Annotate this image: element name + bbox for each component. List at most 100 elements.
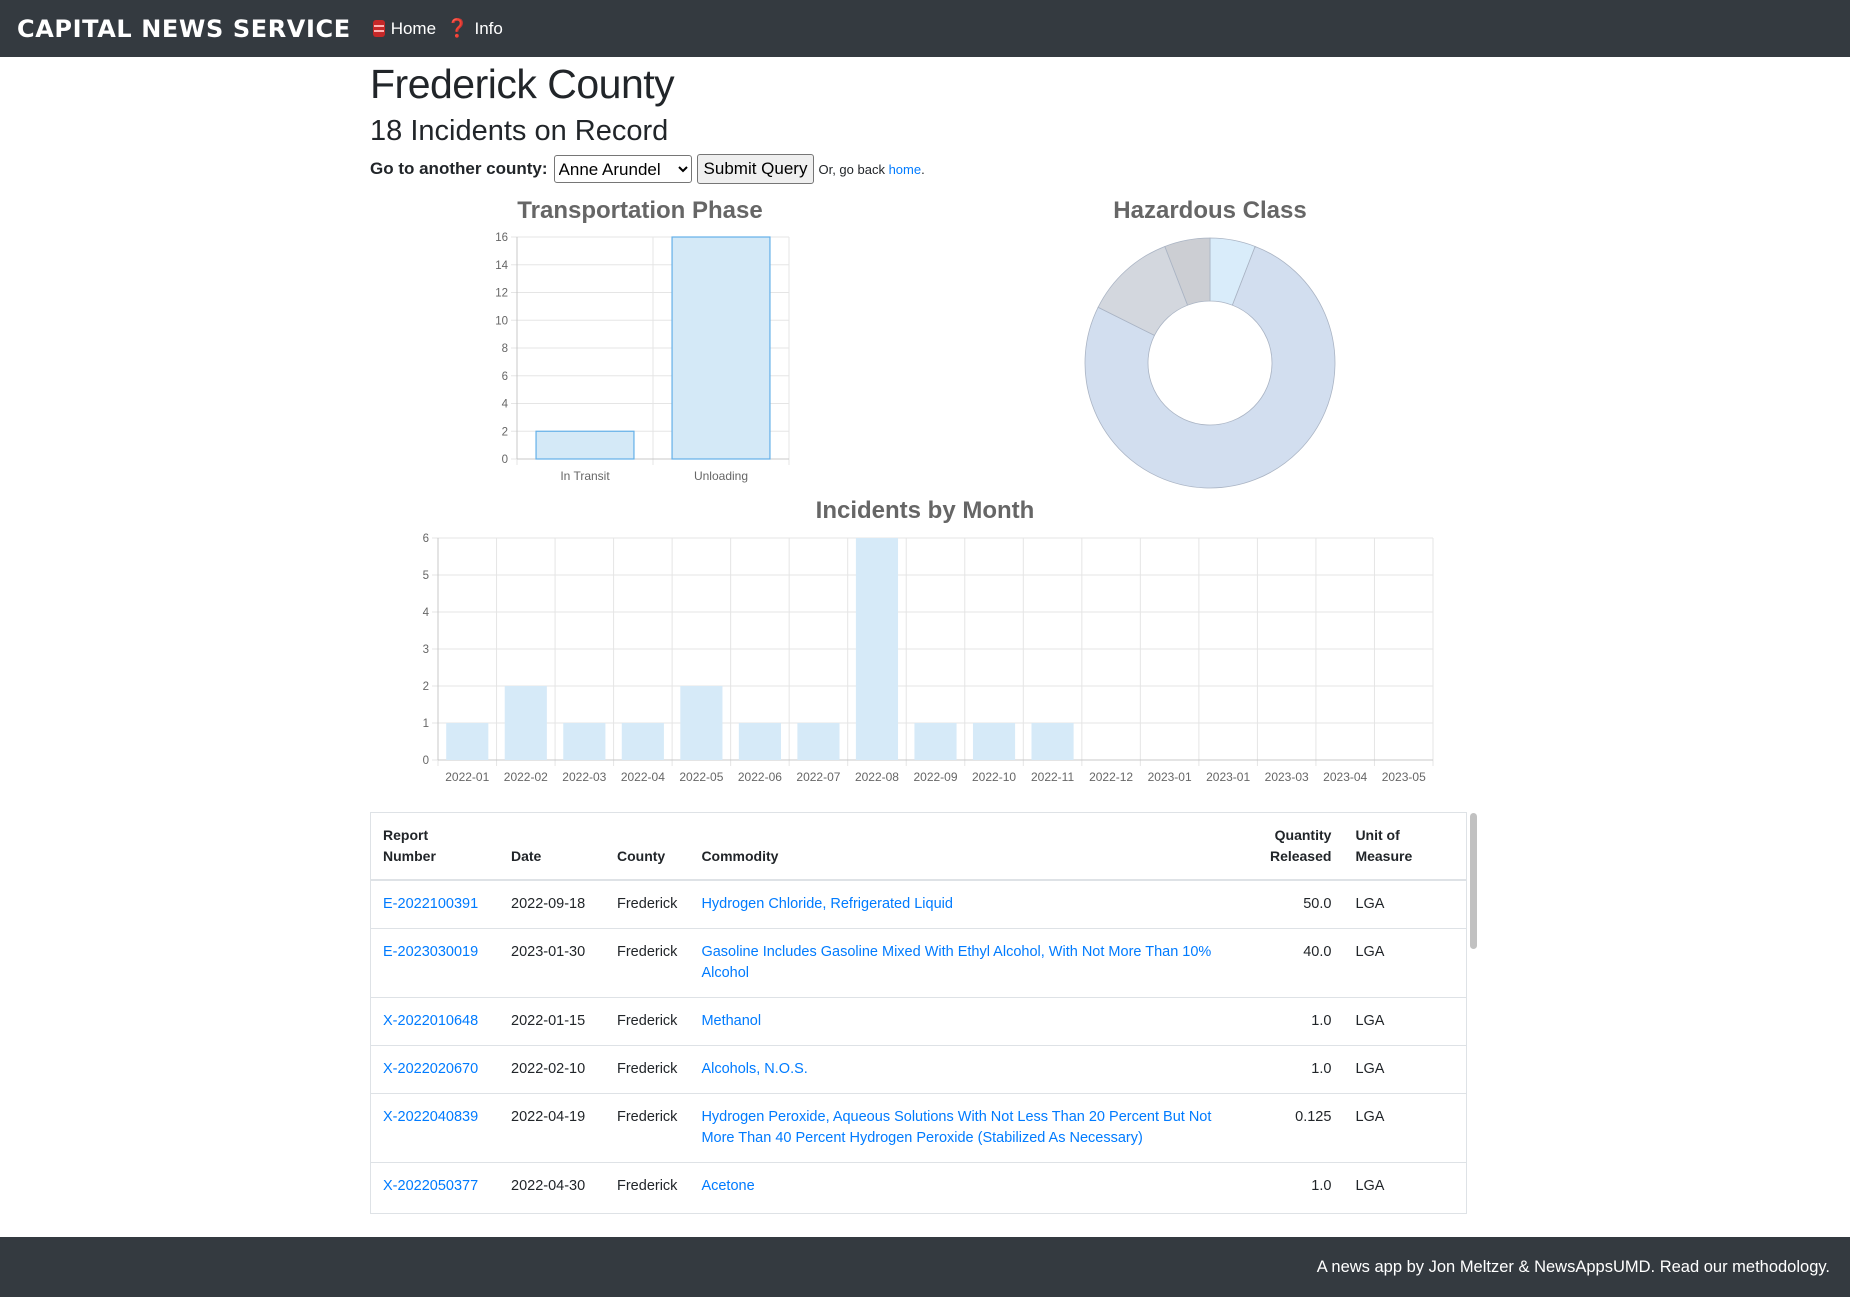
bar bbox=[1031, 723, 1074, 760]
y-tick-label: 2 bbox=[502, 426, 508, 438]
header-county[interactable]: County bbox=[605, 813, 690, 881]
x-tick-label: 2022-02 bbox=[504, 770, 548, 784]
x-tick-label: 2022-06 bbox=[738, 770, 782, 784]
incident-count: 18 Incidents on Record bbox=[370, 115, 669, 147]
home-link[interactable]: home bbox=[889, 162, 922, 177]
unit-cell: LGA bbox=[1355, 1178, 1385, 1194]
x-tick-label: 2022-04 bbox=[621, 770, 665, 784]
report-number-link[interactable]: X-2022010648 bbox=[383, 1013, 478, 1029]
unit-cell: LGA bbox=[1355, 1109, 1385, 1125]
header-commodity[interactable]: Commodity bbox=[689, 813, 1244, 881]
date-cell: 2022-01-15 bbox=[511, 1013, 586, 1029]
report-number-link[interactable]: X-2022050377 bbox=[383, 1178, 478, 1194]
table-scrollbar[interactable] bbox=[1470, 813, 1477, 949]
y-tick-label: 1 bbox=[423, 718, 429, 730]
commodity-link[interactable]: Methanol bbox=[701, 1013, 761, 1029]
date-cell: 2023-01-30 bbox=[511, 944, 586, 960]
x-tick-label: Unloading bbox=[694, 469, 748, 483]
bar bbox=[680, 686, 723, 760]
footer: A news app by Jon Meltzer & NewsAppsUMD.… bbox=[0, 1237, 1850, 1297]
page-title: Frederick County bbox=[370, 61, 675, 107]
county-select-label: Go to another county: bbox=[370, 159, 548, 178]
top-navbar: CAPITAL NEWS SERVICE Home ❓ Info bbox=[0, 0, 1850, 57]
report-number-link[interactable]: E-2023030019 bbox=[383, 944, 478, 960]
table-row: X-2022020670 2022-02-10 Frederick Alcohols,… bbox=[371, 1045, 1466, 1094]
table-row: X-2022040839 2022-04-19 Frederick Hydrogen … bbox=[371, 1093, 1466, 1163]
nav-home-link[interactable]: Home bbox=[372, 18, 437, 39]
commodity-link[interactable]: Hydrogen Peroxide, Aqueous Solutions Wit… bbox=[701, 1109, 1211, 1146]
go-back-suffix: . bbox=[921, 161, 925, 177]
x-tick-label: 2022-09 bbox=[913, 770, 957, 784]
nav-info-label: Info bbox=[474, 18, 503, 38]
database-icon bbox=[372, 20, 385, 37]
header-date[interactable]: Date bbox=[499, 813, 605, 881]
quantity-cell: 50.0 bbox=[1303, 896, 1332, 912]
unit-cell: LGA bbox=[1355, 1013, 1385, 1029]
bar bbox=[914, 723, 957, 760]
x-tick-label: 2023-03 bbox=[1265, 770, 1309, 784]
quantity-cell: 1.0 bbox=[1311, 1061, 1332, 1077]
bar bbox=[446, 723, 489, 760]
table-row: E-2023030019 2023-01-30 Frederick Gasoline … bbox=[371, 928, 1466, 998]
county-cell: Frederick bbox=[617, 944, 678, 960]
unit-cell: LGA bbox=[1355, 896, 1385, 912]
date-cell: 2022-09-18 bbox=[511, 896, 586, 912]
date-cell: 2022-04-30 bbox=[511, 1178, 586, 1194]
x-tick-label: 2022-05 bbox=[679, 770, 723, 784]
commodity-link[interactable]: Hydrogen Chloride, Refrigerated Liquid bbox=[701, 896, 952, 912]
y-tick-label: 2 bbox=[423, 681, 429, 693]
incidents-table-container[interactable]: Report Number Date County Commodity Quant… bbox=[370, 812, 1467, 1214]
chart-title-transportation: Transportation Phase bbox=[517, 197, 763, 224]
header-unit-of-measure[interactable]: Unit of Measure bbox=[1343, 813, 1466, 881]
header-report-number[interactable]: Report Number bbox=[371, 813, 499, 881]
report-number-link[interactable]: E-2022100391 bbox=[383, 896, 478, 912]
hazardous-class-chart bbox=[1084, 237, 1336, 489]
header-quantity-released[interactable]: Quantity Released bbox=[1243, 813, 1344, 881]
nav-home-label: Home bbox=[390, 18, 437, 38]
commodity-link[interactable]: Acetone bbox=[701, 1178, 754, 1194]
table-row: X-2022010648 2022-01-15 Frederick Methanol 1… bbox=[371, 997, 1466, 1046]
y-tick-label: 3 bbox=[423, 644, 429, 656]
quantity-cell: 1.0 bbox=[1311, 1013, 1332, 1029]
x-tick-label: 2022-12 bbox=[1089, 770, 1133, 784]
x-tick-label: 2023-01 bbox=[1148, 770, 1192, 784]
county-cell: Frederick bbox=[617, 896, 678, 912]
quantity-cell: 40.0 bbox=[1303, 944, 1332, 960]
y-tick-label: 10 bbox=[495, 315, 508, 327]
y-tick-label: 4 bbox=[423, 607, 430, 619]
county-cell: Frederick bbox=[617, 1061, 678, 1077]
table-row: X-2022050377 2022-04-30 Frederick Acetone 1.… bbox=[371, 1162, 1466, 1210]
go-back-text: Or, go back home. bbox=[818, 162, 924, 177]
table-header-row: Report Number Date County Commodity Quant… bbox=[371, 813, 1466, 881]
x-tick-label: In Transit bbox=[560, 469, 610, 483]
x-tick-label: 2022-01 bbox=[445, 770, 489, 784]
y-tick-label: 8 bbox=[502, 343, 508, 355]
report-number-link[interactable]: X-2022020670 bbox=[383, 1061, 478, 1077]
unit-cell: LGA bbox=[1355, 944, 1385, 960]
x-tick-label: 2023-05 bbox=[1382, 770, 1426, 784]
x-tick-label: 2023-04 bbox=[1323, 770, 1367, 784]
county-form: Go to another county: Anne Arundel Submi… bbox=[370, 154, 925, 184]
quantity-cell: 1.0 bbox=[1311, 1178, 1332, 1194]
bar bbox=[972, 723, 1016, 760]
y-tick-label: 0 bbox=[502, 454, 508, 466]
commodity-link[interactable]: Alcohols, N.O.S. bbox=[701, 1061, 807, 1077]
chart-title-monthly: Incidents by Month bbox=[815, 497, 1035, 524]
report-number-link[interactable]: X-2022040839 bbox=[383, 1109, 478, 1125]
x-tick-label: 2022-11 bbox=[1031, 770, 1074, 784]
y-tick-label: 6 bbox=[502, 371, 508, 383]
county-cell: Frederick bbox=[617, 1013, 678, 1029]
question-icon: ❓ bbox=[446, 18, 469, 38]
commodity-link[interactable]: Gasoline Includes Gasoline Mixed With Et… bbox=[701, 944, 1211, 981]
bar bbox=[738, 723, 781, 760]
y-tick-label: 12 bbox=[495, 288, 508, 300]
y-tick-label: 16 bbox=[495, 232, 508, 244]
submit-query-button[interactable]: Submit Query bbox=[696, 154, 815, 184]
footer-credit: A news app by Jon Meltzer & NewsAppsUMD.… bbox=[1316, 1257, 1830, 1276]
nav-info-link[interactable]: ❓ Info bbox=[446, 18, 503, 39]
y-tick-label: 14 bbox=[495, 260, 508, 272]
brand-logo[interactable]: CAPITAL NEWS SERVICE bbox=[17, 15, 351, 43]
y-tick-label: 4 bbox=[502, 399, 509, 411]
y-tick-label: 0 bbox=[423, 755, 429, 767]
county-select[interactable]: Anne Arundel bbox=[553, 155, 692, 183]
